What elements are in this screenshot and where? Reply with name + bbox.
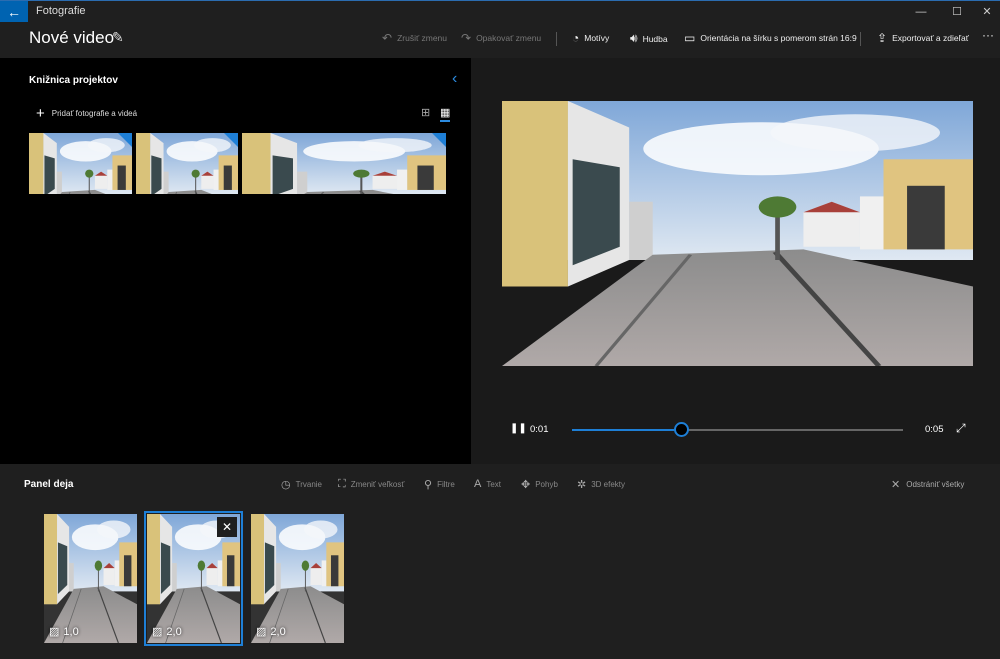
- share-icon: ⇪: [877, 31, 888, 45]
- export-label: Exportovať a zdieľať: [892, 33, 969, 43]
- app-name: Fotografie: [36, 5, 86, 17]
- music-button[interactable]: 🔊︎ Hudba: [630, 31, 668, 46]
- storyboard-clip[interactable]: ▨ 1,0: [44, 514, 137, 643]
- motion-button[interactable]: ✥ Pohyb: [521, 478, 558, 491]
- used-in-project-badge: [432, 133, 446, 147]
- title-bar: ← Fotografie — ☐ ✕: [0, 0, 1000, 22]
- motion-icon: ✥: [521, 479, 531, 491]
- undo-icon: ↶: [382, 31, 393, 45]
- playback-controls: ❚❚ 0:01 0:05 ⤢: [471, 412, 1000, 448]
- clip-duration: ▨ 2,0: [152, 625, 182, 639]
- collapse-chevron-icon[interactable]: ‹: [452, 70, 457, 88]
- filters-button[interactable]: ⚲ Filtre: [424, 478, 455, 491]
- speaker-icon: 🔊︎: [630, 31, 638, 45]
- duration-button[interactable]: ◷ Trvanie: [281, 478, 322, 491]
- used-in-project-badge: [118, 133, 132, 147]
- maximize-button[interactable]: ☐: [942, 3, 972, 21]
- add-media-label: Pridať fotografie a videá: [51, 109, 138, 118]
- themes-label: Motívy: [584, 33, 610, 43]
- image-icon: ▨: [49, 626, 60, 638]
- motion-label: Pohyb: [535, 480, 558, 489]
- library-media-item[interactable]: [136, 133, 238, 194]
- close-button[interactable]: ✕: [972, 3, 1000, 21]
- add-media-button[interactable]: + Pridať fotografie a videá: [36, 105, 137, 122]
- text-icon: A: [474, 478, 482, 490]
- used-in-project-badge: [224, 133, 238, 147]
- sparkle-icon: ✲: [577, 479, 587, 491]
- themes-button[interactable]: ◔ Motívy: [572, 31, 609, 45]
- undo-button[interactable]: ↶ Zrušiť zmenu: [382, 31, 447, 45]
- image-icon: ▨: [152, 626, 163, 638]
- music-label: Hudba: [642, 33, 668, 44]
- resize-icon: ⛶: [338, 478, 346, 490]
- library-title: Knižnica projektov: [29, 75, 118, 86]
- total-time: 0:05: [925, 424, 944, 435]
- redo-button[interactable]: ↷ Opakovať zmenu: [461, 31, 541, 45]
- storyboard-panel: Panel deja ◷ Trvanie ⛶ Zmeniť veľkosť ⚲ …: [0, 464, 1000, 659]
- duration-label: Trvanie: [295, 480, 322, 489]
- clip-duration-value: 2,0: [166, 625, 182, 638]
- orientation-button[interactable]: ▭ Orientácia na šírku s pomerom strán 16…: [684, 31, 857, 45]
- 3d-effects-button[interactable]: ✲ 3D efekty: [577, 478, 625, 491]
- toolbar-divider: [556, 32, 557, 46]
- storyboard-title: Panel deja: [24, 479, 74, 490]
- export-button[interactable]: ⇪ Exportovať a zdieľať: [877, 31, 969, 45]
- project-title[interactable]: Nové video: [29, 28, 114, 48]
- remove-all-label: Odstrániť všetky: [906, 480, 965, 489]
- clip-duration-value: 1,0: [63, 625, 79, 638]
- seek-bar-progress: [572, 429, 682, 431]
- pencil-icon[interactable]: ✎: [112, 29, 124, 46]
- video-preview[interactable]: [502, 101, 973, 366]
- clip-duration: ▨ 2,0: [256, 625, 286, 639]
- project-library: Knižnica projektov ‹ + Pridať fotografie…: [0, 58, 471, 448]
- seek-handle[interactable]: [674, 422, 690, 437]
- pause-icon[interactable]: ❚❚: [510, 423, 527, 434]
- palette-icon: ◔: [572, 31, 580, 45]
- filters-label: Filtre: [437, 480, 455, 489]
- library-media-item[interactable]: [242, 133, 446, 194]
- 3d-effects-label: 3D efekty: [591, 480, 626, 489]
- toolbar-divider: [860, 32, 861, 46]
- back-button[interactable]: ←: [0, 1, 28, 22]
- redo-icon: ↷: [461, 31, 472, 45]
- close-icon: ✕: [891, 479, 901, 491]
- library-media-item[interactable]: [29, 133, 132, 194]
- remove-clip-close-icon[interactable]: ✕: [217, 517, 237, 537]
- remove-all-button[interactable]: ✕ Odstrániť všetky: [891, 478, 964, 491]
- more-options-button[interactable]: ···: [982, 28, 994, 42]
- seek-bar[interactable]: [572, 422, 903, 437]
- image-icon: ▨: [256, 626, 267, 638]
- current-time: 0:01: [530, 424, 549, 435]
- clip-duration-value: 2,0: [270, 625, 286, 638]
- text-label: Text: [486, 479, 502, 489]
- clip-duration: ▨ 1,0: [49, 625, 79, 639]
- back-arrow-icon: ←: [7, 3, 21, 20]
- small-grid-view-icon[interactable]: ⊞: [421, 106, 430, 119]
- toolbar: Nové video ✎ ↶ Zrušiť zmenu ↷ Opakovať z…: [0, 22, 1000, 58]
- filter-icon: ⚲: [424, 479, 433, 491]
- plus-icon: +: [36, 105, 45, 122]
- resize-label: Zmeniť veľkosť: [350, 480, 405, 489]
- fullscreen-icon[interactable]: ⤢: [956, 421, 966, 436]
- text-button[interactable]: A Text: [474, 478, 501, 490]
- clock-icon: ◷: [281, 479, 291, 491]
- storyboard-clip-selected[interactable]: ✕ ▨ 2,0: [144, 511, 243, 646]
- minimize-button[interactable]: —: [906, 3, 936, 21]
- storyboard-clip[interactable]: ▨ 2,0: [251, 514, 344, 643]
- resize-button[interactable]: ⛶ Zmeniť veľkosť: [338, 478, 404, 491]
- aspect-ratio-icon: ▭: [684, 31, 696, 45]
- undo-label: Zrušiť zmenu: [397, 33, 448, 43]
- redo-label: Opakovať zmenu: [476, 33, 542, 43]
- large-grid-view-icon[interactable]: ▦: [440, 106, 451, 122]
- orientation-label: Orientácia na šírku s pomerom strán 16:9: [700, 33, 857, 43]
